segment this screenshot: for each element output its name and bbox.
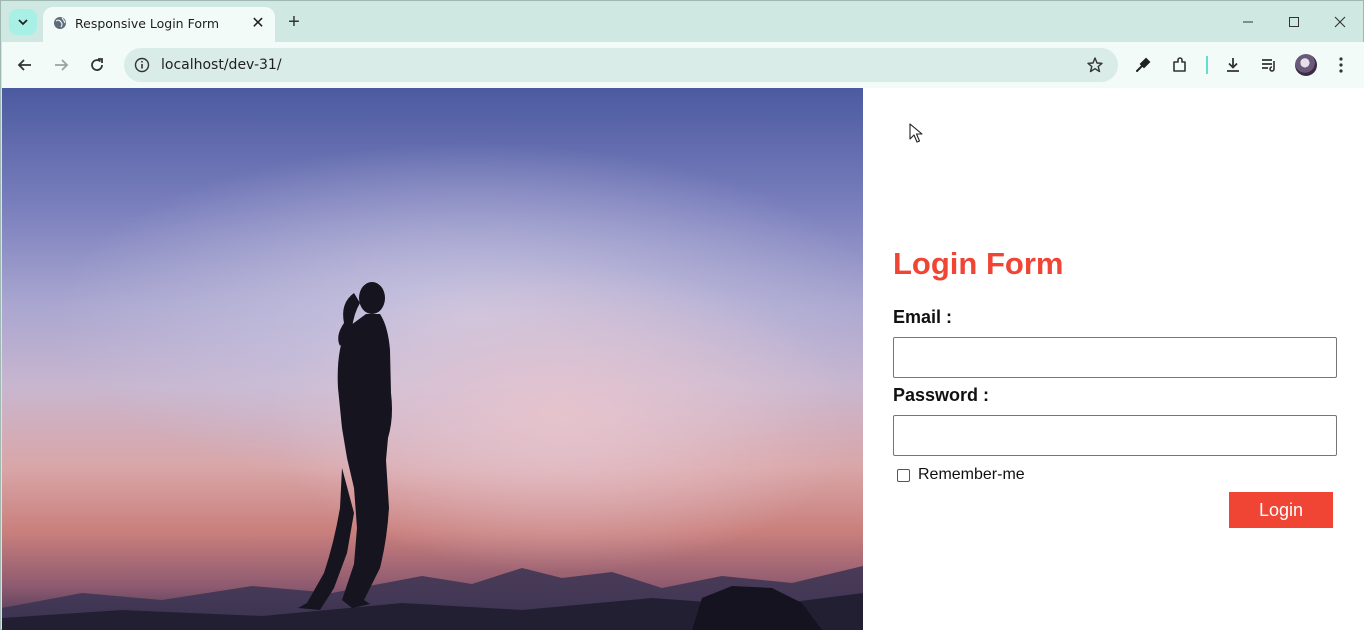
minimize-icon[interactable] (1235, 9, 1261, 35)
media-playlist-icon[interactable] (1258, 54, 1280, 76)
remember-me-checkbox[interactable] (897, 468, 910, 482)
tab-title: Responsive Login Form (75, 16, 220, 31)
tab-active[interactable]: Responsive Login Form ✕ (43, 7, 275, 42)
browser-toolbar: localhost/dev-31/ (2, 42, 1364, 88)
eyedropper-icon[interactable] (1132, 54, 1154, 76)
puzzle-icon[interactable] (1169, 54, 1191, 76)
globe-icon (54, 17, 66, 29)
toolbar-divider (1206, 56, 1208, 74)
maximize-icon[interactable] (1281, 9, 1307, 35)
password-label: Password : (893, 385, 990, 405)
hero-image (2, 88, 863, 630)
silhouette-scene (2, 282, 863, 630)
chevron-down-icon (18, 19, 28, 26)
star-icon[interactable] (1086, 56, 1104, 74)
more-vert-icon[interactable] (1330, 54, 1352, 76)
back-arrow-icon[interactable] (12, 52, 38, 78)
address-bar[interactable]: localhost/dev-31/ (124, 48, 1118, 82)
email-label: Email : (893, 307, 953, 327)
login-panel: Login Form Email : Password : Remember-m… (863, 88, 1364, 630)
remember-me-row[interactable]: Remember-me (897, 466, 1025, 484)
remember-me-label[interactable]: Remember-me (918, 466, 1025, 484)
browser-window: Responsive Login Form ✕ + localhost/dev-… (0, 0, 1364, 630)
page-viewport: Login Form Email : Password : Remember-m… (2, 88, 1364, 630)
avatar[interactable] (1295, 54, 1317, 76)
tab-search-button[interactable] (9, 9, 37, 35)
close-window-icon[interactable] (1327, 9, 1353, 35)
password-field[interactable] (893, 415, 1337, 456)
mouse-cursor-icon (909, 123, 923, 143)
download-icon[interactable] (1222, 54, 1244, 76)
tab-strip: Responsive Login Form ✕ + (1, 1, 1363, 42)
login-button[interactable]: Login (1229, 492, 1333, 528)
plus-icon[interactable]: + (283, 11, 305, 33)
url-text[interactable]: localhost/dev-31/ (161, 57, 282, 73)
email-field[interactable] (893, 337, 1337, 378)
info-icon[interactable] (134, 57, 150, 73)
close-icon[interactable]: ✕ (249, 14, 267, 32)
login-title: Login Form (893, 246, 1064, 281)
reload-icon[interactable] (84, 52, 110, 78)
forward-arrow-icon[interactable] (48, 52, 74, 78)
